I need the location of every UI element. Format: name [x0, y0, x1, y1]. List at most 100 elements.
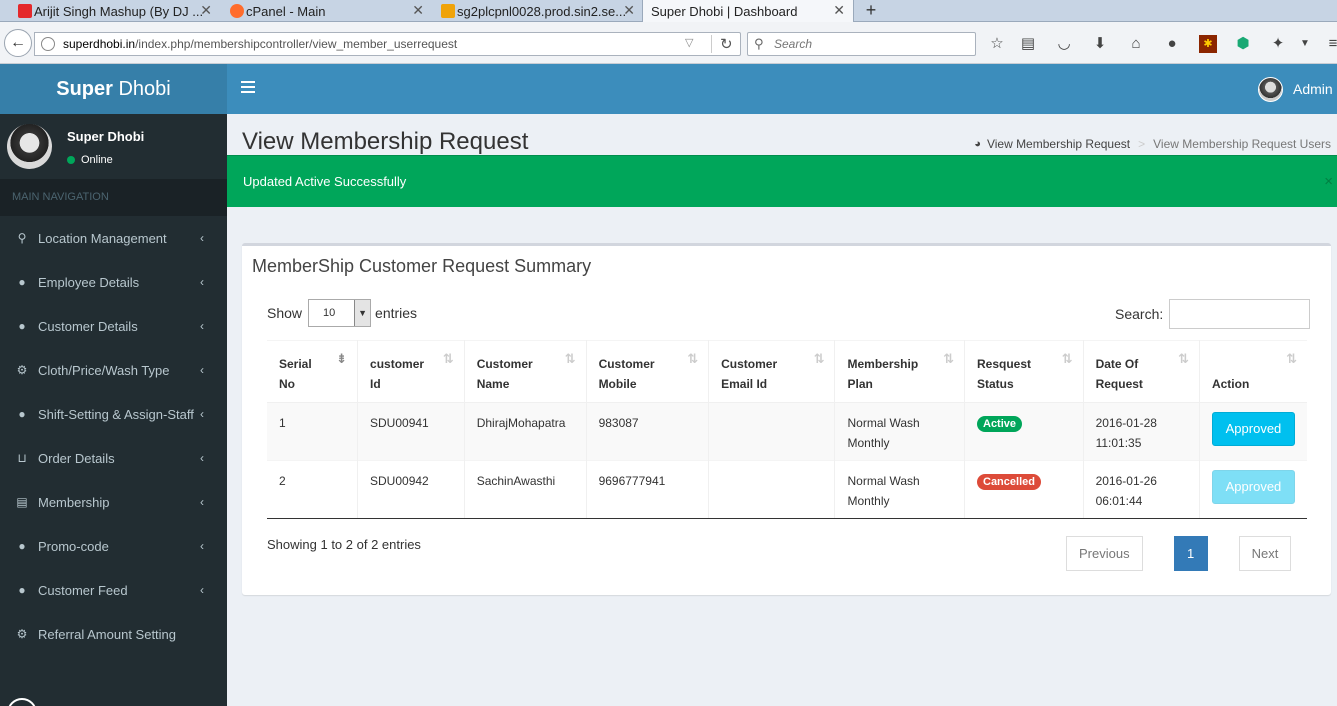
browser-tab-1[interactable]: Arijit Singh Mashup (By DJ ... ✕: [14, 0, 220, 22]
reading-list-icon[interactable]: ▤: [1019, 35, 1037, 53]
column-header-customer-email[interactable]: Customer Email Id ⇅: [708, 340, 836, 403]
browser-tab-2[interactable]: cPanel - Main ✕: [226, 0, 432, 22]
users-icon: ●: [18, 583, 26, 597]
user-panel: Super Dhobi Online: [0, 114, 227, 179]
sidebar-item-employee-details[interactable]: ● Employee Details ‹: [0, 260, 227, 304]
download-icon[interactable]: ⬇: [1091, 35, 1109, 53]
hamburger-menu-icon[interactable]: ≡: [1324, 35, 1337, 53]
cell-name: DhirajMohapatra: [464, 402, 587, 461]
sort-icon: ⇅: [813, 351, 825, 366]
sidebar-item-referral-amount-setting[interactable]: ⚙ Referral Amount Setting: [0, 612, 227, 656]
page-number-button[interactable]: 1: [1173, 536, 1208, 571]
app-logo[interactable]: Super Dhobi: [0, 64, 227, 114]
chevron-left-icon: ‹: [200, 319, 204, 333]
sidebar-item-customer-details[interactable]: ● Customer Details ‹: [0, 304, 227, 348]
cell-action: Approved: [1199, 460, 1307, 519]
back-arrow-icon[interactable]: ←: [4, 29, 32, 57]
gear-icon: ⚙: [16, 627, 28, 641]
close-icon[interactable]: ✕: [623, 2, 635, 19]
column-header-action[interactable]: Action ⇅: [1199, 340, 1307, 403]
close-icon[interactable]: ×: [1324, 156, 1333, 208]
sort-icon: ⇅: [1178, 351, 1189, 366]
sidebar-item-label: Referral Amount Setting: [38, 626, 177, 642]
close-icon[interactable]: ✕: [200, 2, 212, 19]
search-input[interactable]: [1169, 299, 1311, 329]
browser-tab-title: Arijit Singh Mashup (By DJ ...: [34, 3, 204, 19]
url-bar[interactable]: superdhobi.in/index.php/membershipcontro…: [34, 32, 741, 56]
approved-button-disabled: Approved: [1211, 470, 1295, 504]
previous-page-button[interactable]: Previous: [1066, 536, 1143, 571]
sort-icon: ⇅: [442, 351, 454, 366]
sidebar-item-customer-feed[interactable]: ● Customer Feed ‹: [0, 568, 227, 612]
browser-tab-active[interactable]: Super Dhobi | Dashboard ✕: [642, 0, 854, 22]
admin-name[interactable]: Admin: [1293, 81, 1333, 97]
sidebar-item-cloth-price-wash-type[interactable]: ⚙ Cloth/Price/Wash Type ‹: [0, 348, 227, 392]
star-icon[interactable]: ☆: [988, 35, 1006, 53]
table-header-row: Serial No ⇟ customer Id ⇅ Customer Name ⇅ Cust…: [267, 340, 1307, 403]
pocket-icon[interactable]: ◡: [1055, 35, 1073, 53]
breadcrumb: ◕ View Membership Request > View Members…: [974, 137, 1331, 151]
approved-button[interactable]: Approved: [1211, 412, 1295, 446]
cell-serial: 2: [267, 460, 359, 519]
chat-icon[interactable]: ●: [1163, 35, 1181, 53]
column-header-membership-plan[interactable]: Membership Plan ⇅: [834, 340, 965, 403]
home-icon[interactable]: ⌂: [1127, 35, 1145, 53]
sort-icon: ⇅: [943, 351, 954, 366]
cell-status: Active: [964, 402, 1084, 461]
users-icon: ●: [18, 539, 26, 553]
pagination: Previous 1 Next: [1066, 536, 1292, 571]
box-title: MemberShip Customer Request Summary: [252, 256, 592, 276]
sidebar-item-label: Shift-Setting & Assign-Staff: [38, 406, 194, 422]
chevron-left-icon: ‹: [200, 363, 204, 377]
browser-tab-3[interactable]: sg2plcpnl0028.prod.sin2.se... ✕: [437, 0, 643, 22]
browser-search-bar[interactable]: ⚲: [747, 32, 976, 56]
sidebar-toggle-icon[interactable]: [241, 81, 255, 93]
online-dot-icon: [67, 156, 75, 164]
status-badge: Active: [977, 416, 1023, 432]
browser-search-input[interactable]: [774, 36, 969, 52]
column-header-request-status[interactable]: Resquest Status ⇅: [964, 340, 1084, 403]
next-page-button[interactable]: Next: [1238, 536, 1292, 571]
sidebar-item-membership[interactable]: ▤ Membership ‹: [0, 480, 227, 524]
sidebar-item-location-management[interactable]: ⚲ Location Management ‹: [0, 216, 227, 260]
sidebar-item-order-details[interactable]: ⊔ Order Details ‹: [0, 436, 227, 480]
close-icon[interactable]: ✕: [412, 2, 424, 19]
avatar[interactable]: [1258, 77, 1283, 102]
reload-icon[interactable]: ↻: [711, 35, 733, 53]
breadcrumb-link[interactable]: View Membership Request: [987, 137, 1130, 151]
browser-tab-title: Super Dhobi | Dashboard: [651, 3, 798, 19]
show-entries-control: Show 10 ▼ entries: [267, 299, 417, 327]
breadcrumb-current: View Membership Request Users: [1153, 137, 1331, 151]
cell-plan: Normal Wash Monthly: [834, 460, 965, 519]
close-icon[interactable]: ✕: [833, 2, 845, 19]
column-header-customer-mobile[interactable]: Customer Mobile ⇅: [586, 340, 710, 403]
sort-icon: ⇅: [1286, 351, 1297, 366]
sidebar-item-shift-setting[interactable]: ● Shift-Setting & Assign-Staff ‹: [0, 392, 227, 436]
status-badge: Cancelled: [977, 474, 1041, 490]
sidebar-menu: ⚲ Location Management ‹ ● Employee Detai…: [0, 216, 227, 656]
column-header-customer-id[interactable]: customer Id ⇅: [357, 340, 465, 403]
cpanel-favicon-icon: [230, 4, 244, 18]
column-header-customer-name[interactable]: Customer Name ⇅: [464, 340, 587, 403]
url-dropdown-icon[interactable]: ▽: [685, 36, 693, 49]
status-badge: Online: [67, 154, 113, 166]
column-header-serial[interactable]: Serial No ⇟: [267, 340, 359, 403]
alert-message: Updated Active Successfully: [243, 174, 407, 189]
sidebar-item-label: Customer Details: [38, 318, 138, 334]
menu-dropdown-icon[interactable]: ▼: [1296, 35, 1314, 53]
shield-addon-icon[interactable]: ⬢: [1234, 35, 1252, 53]
addon-icon[interactable]: ✱: [1199, 35, 1217, 53]
browser-tab-bar: Arijit Singh Mashup (By DJ ... ✕ cPanel …: [0, 0, 1337, 22]
sidebar-item-label: Promo-code: [38, 538, 109, 554]
globe-icon: [41, 37, 55, 51]
entries-select[interactable]: 10 ▼: [308, 299, 372, 327]
favicon-icon: [18, 4, 32, 18]
new-tab-plus-icon[interactable]: +: [862, 0, 880, 22]
cell-plan: Normal Wash Monthly: [834, 402, 965, 461]
search-icon: ⚲: [754, 36, 764, 51]
sidebar-item-label: Location Management: [38, 230, 167, 246]
column-header-date-of-request[interactable]: Date Of Request ⇅: [1083, 340, 1200, 403]
nav-header: MAIN NAVIGATION: [0, 179, 227, 216]
puzzle-icon[interactable]: ✦: [1269, 35, 1287, 53]
sidebar-item-promo-code[interactable]: ● Promo-code ‹: [0, 524, 227, 568]
